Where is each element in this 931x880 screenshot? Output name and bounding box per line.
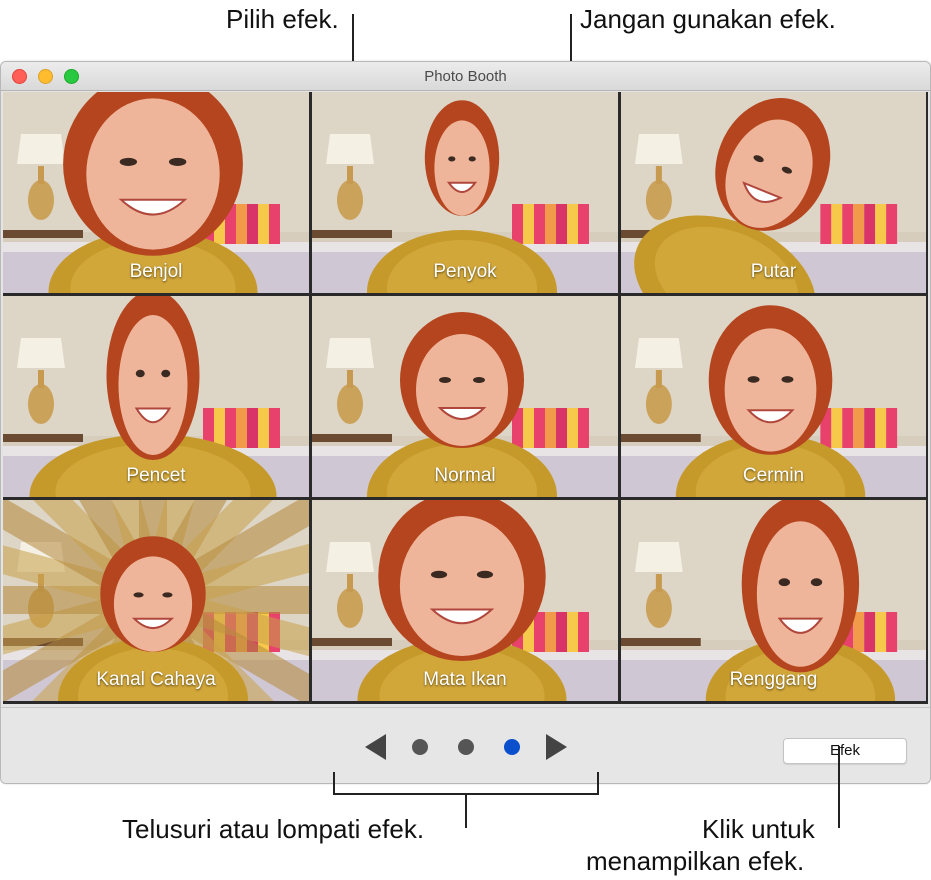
window-title: Photo Booth	[424, 68, 507, 85]
leader-browse	[465, 794, 467, 828]
effect-tile-kanal-cahaya[interactable]: Kanal Cahaya	[3, 500, 309, 701]
callout-browse: Telusuri atau lompati efek.	[122, 814, 425, 844]
effect-tile-normal[interactable]: Normal	[312, 296, 618, 497]
photo-booth-window: Photo Booth Benjol Penyok Putar Pencet N…	[0, 61, 931, 784]
effect-tile-putar[interactable]: Putar	[621, 92, 926, 293]
callout-no-effect: Jangan gunakan efek.	[580, 4, 836, 34]
effect-label: Renggang	[729, 669, 818, 690]
page-dot-2[interactable]	[458, 739, 474, 755]
title-bar: Photo Booth	[1, 62, 930, 91]
effect-label: Cermin	[742, 465, 805, 486]
effect-label: Mata Ikan	[423, 669, 507, 690]
callout-click-line1: Klik untuk	[702, 814, 815, 844]
effect-tile-renggang[interactable]: Renggang	[621, 500, 926, 701]
callout-choose-effect: Pilih efek.	[226, 4, 339, 34]
previous-arrow-icon[interactable]	[365, 734, 387, 760]
effect-label: Pencet	[126, 465, 186, 486]
effect-tile-mata-ikan[interactable]: Mata Ikan	[312, 500, 618, 701]
next-arrow-icon[interactable]	[546, 734, 568, 760]
effect-label: Normal	[434, 465, 496, 486]
page-dot-3-active[interactable]	[504, 739, 520, 755]
effect-tile-pencet[interactable]: Pencet	[3, 296, 309, 497]
page-dot-1[interactable]	[412, 739, 428, 755]
effect-tile-benjol[interactable]: Benjol	[3, 92, 309, 293]
effects-grid: Benjol Penyok Putar Pencet Normal Cermin…	[3, 92, 928, 704]
bracket-browse-right	[597, 772, 599, 794]
effect-label: Benjol	[129, 261, 183, 282]
effects-button[interactable]: Efek	[783, 738, 907, 764]
bracket-browse-left	[333, 772, 335, 794]
effect-label: Penyok	[433, 261, 497, 282]
effect-label: Kanal Cahaya	[96, 669, 216, 690]
effect-tile-penyok[interactable]: Penyok	[312, 92, 618, 293]
callout-click-line2: menampilkan efek.	[586, 846, 805, 876]
bottom-toolbar: Efek	[1, 707, 930, 783]
effect-label: Putar	[750, 261, 797, 282]
leader-effects-button	[838, 746, 840, 828]
effect-tile-cermin[interactable]: Cermin	[621, 296, 926, 497]
